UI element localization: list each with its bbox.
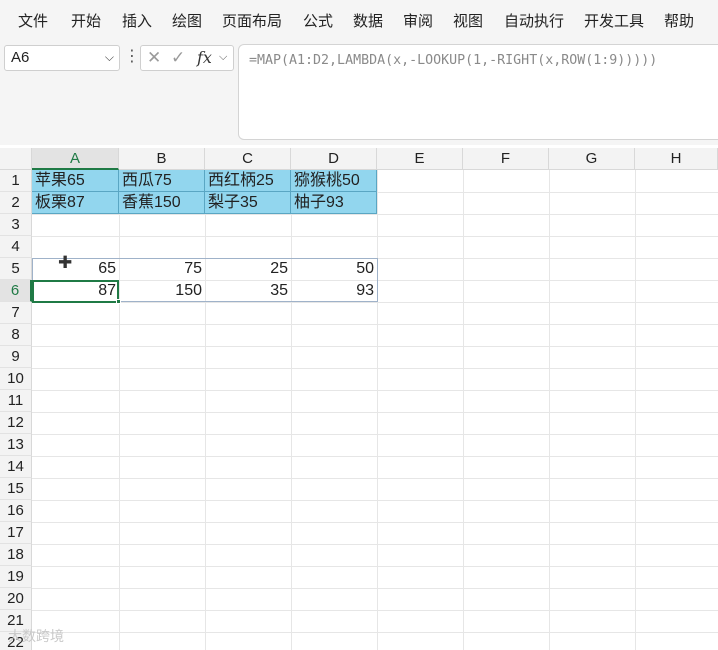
formula-input[interactable]: =MAP(A1:D2,LAMBDA(x,-LOOKUP(1,-RIGHT(x,R… xyxy=(238,44,718,140)
gridline xyxy=(32,302,718,303)
gridline xyxy=(32,434,718,435)
gridline xyxy=(32,522,718,523)
formula-area: A6 ⌵ ⋮ ✕ ✓ fx ⌵ =MAP(A1:D2,LAMBDA(x,-LOO… xyxy=(0,38,718,145)
column-header-c[interactable]: C xyxy=(205,148,291,170)
cell-a5[interactable]: 65 xyxy=(32,258,119,280)
gridline xyxy=(377,148,378,650)
cancel-icon[interactable]: ✕ xyxy=(147,48,161,68)
cell-d2[interactable]: 柚子93 xyxy=(291,192,377,214)
row-header-13[interactable]: 13 xyxy=(0,434,32,456)
row-header-3[interactable]: 3 xyxy=(0,214,32,236)
gridline xyxy=(32,478,718,479)
row-header-6[interactable]: 6 xyxy=(0,280,32,302)
menu-data[interactable]: 数据 xyxy=(353,10,383,31)
cell-d1[interactable]: 猕猴桃50 xyxy=(291,170,377,192)
column-header-a[interactable]: A xyxy=(32,148,119,170)
cell-b1[interactable]: 西瓜75 xyxy=(119,170,205,192)
gridline xyxy=(205,148,206,650)
gridline xyxy=(32,214,718,215)
menu-page-layout[interactable]: 页面布局 xyxy=(222,10,282,31)
cell-b5[interactable]: 75 xyxy=(119,258,205,280)
confirm-icon[interactable]: ✓ xyxy=(171,48,185,68)
cell-c1[interactable]: 西红柄25 xyxy=(205,170,291,192)
gridline xyxy=(549,148,550,650)
menu-draw[interactable]: 绘图 xyxy=(172,10,202,31)
row-header-17[interactable]: 17 xyxy=(0,522,32,544)
select-all-corner[interactable] xyxy=(0,148,32,170)
gridline xyxy=(635,148,636,650)
chevron-down-icon[interactable]: ⌵ xyxy=(219,50,227,64)
gridline xyxy=(463,148,464,650)
gridline xyxy=(119,148,120,650)
row-header-14[interactable]: 14 xyxy=(0,456,32,478)
gridline xyxy=(291,148,292,650)
name-box-value: A6 xyxy=(11,49,30,66)
formula-controls: ✕ ✓ fx ⌵ xyxy=(140,45,234,71)
row-header-2[interactable]: 2 xyxy=(0,192,32,214)
column-header-h[interactable]: H xyxy=(635,148,718,170)
column-header-e[interactable]: E xyxy=(377,148,463,170)
fill-handle[interactable] xyxy=(116,299,121,304)
column-header-f[interactable]: F xyxy=(463,148,549,170)
row-header-19[interactable]: 19 xyxy=(0,566,32,588)
cell-b6[interactable]: 150 xyxy=(119,280,205,302)
cell-c2[interactable]: 梨子35 xyxy=(205,192,291,214)
gridline xyxy=(32,632,718,633)
column-header-g[interactable]: G xyxy=(549,148,635,170)
gridline xyxy=(32,390,718,391)
cell-b2[interactable]: 香蕉150 xyxy=(119,192,205,214)
column-header-d[interactable]: D xyxy=(291,148,377,170)
gridline xyxy=(32,500,718,501)
gridline xyxy=(32,456,718,457)
row-header-1[interactable]: 1 xyxy=(0,170,32,192)
row-header-9[interactable]: 9 xyxy=(0,346,32,368)
menu-home[interactable]: 开始 xyxy=(71,10,101,31)
row-header-4[interactable]: 4 xyxy=(0,236,32,258)
cell-c6[interactable]: 35 xyxy=(205,280,291,302)
gridline xyxy=(32,588,718,589)
row-header-11[interactable]: 11 xyxy=(0,390,32,412)
menu-file[interactable]: 文件 xyxy=(18,10,48,31)
menu-developer[interactable]: 开发工具 xyxy=(584,10,644,31)
gridline xyxy=(32,368,718,369)
gridline xyxy=(32,412,718,413)
more-options-icon[interactable]: ⋮ xyxy=(124,48,140,64)
menu-bar: 文件 开始 插入 绘图 页面布局 公式 数据 审阅 视图 自动执行 开发工具 帮… xyxy=(0,0,718,38)
cell-cursor-icon: ✚ xyxy=(58,253,73,273)
cell-c5[interactable]: 25 xyxy=(205,258,291,280)
name-box[interactable]: A6 ⌵ xyxy=(4,45,120,71)
row-header-5[interactable]: 5 xyxy=(0,258,32,280)
insert-function-icon[interactable]: fx xyxy=(197,48,212,67)
menu-formulas[interactable]: 公式 xyxy=(303,10,333,31)
cell-d5[interactable]: 50 xyxy=(291,258,377,280)
row-header-18[interactable]: 18 xyxy=(0,544,32,566)
menu-insert[interactable]: 插入 xyxy=(122,10,152,31)
row-header-8[interactable]: 8 xyxy=(0,324,32,346)
row-header-16[interactable]: 16 xyxy=(0,500,32,522)
gridline xyxy=(32,610,718,611)
gridline xyxy=(32,236,718,237)
spreadsheet-grid: A B C D E F G H 1 2 3 4 5 6 7 8 9 10 11 … xyxy=(0,148,718,650)
watermark: 大数跨境 xyxy=(8,629,64,645)
column-header-b[interactable]: B xyxy=(119,148,205,170)
row-header-10[interactable]: 10 xyxy=(0,368,32,390)
menu-view[interactable]: 视图 xyxy=(453,10,483,31)
row-header-20[interactable]: 20 xyxy=(0,588,32,610)
chevron-down-icon[interactable]: ⌵ xyxy=(105,50,114,65)
menu-review[interactable]: 审阅 xyxy=(403,10,433,31)
gridline xyxy=(32,566,718,567)
gridline xyxy=(32,544,718,545)
cell-a1[interactable]: 苹果65 xyxy=(32,170,119,192)
row-header-15[interactable]: 15 xyxy=(0,478,32,500)
cell-a2[interactable]: 板栗87 xyxy=(32,192,119,214)
row-header-12[interactable]: 12 xyxy=(0,412,32,434)
cell-d6[interactable]: 93 xyxy=(291,280,377,302)
cell-a6[interactable]: 87 xyxy=(32,280,119,302)
menu-automate[interactable]: 自动执行 xyxy=(504,10,564,31)
gridline xyxy=(32,346,718,347)
gridline xyxy=(32,324,718,325)
row-header-7[interactable]: 7 xyxy=(0,302,32,324)
menu-help[interactable]: 帮助 xyxy=(664,10,694,31)
